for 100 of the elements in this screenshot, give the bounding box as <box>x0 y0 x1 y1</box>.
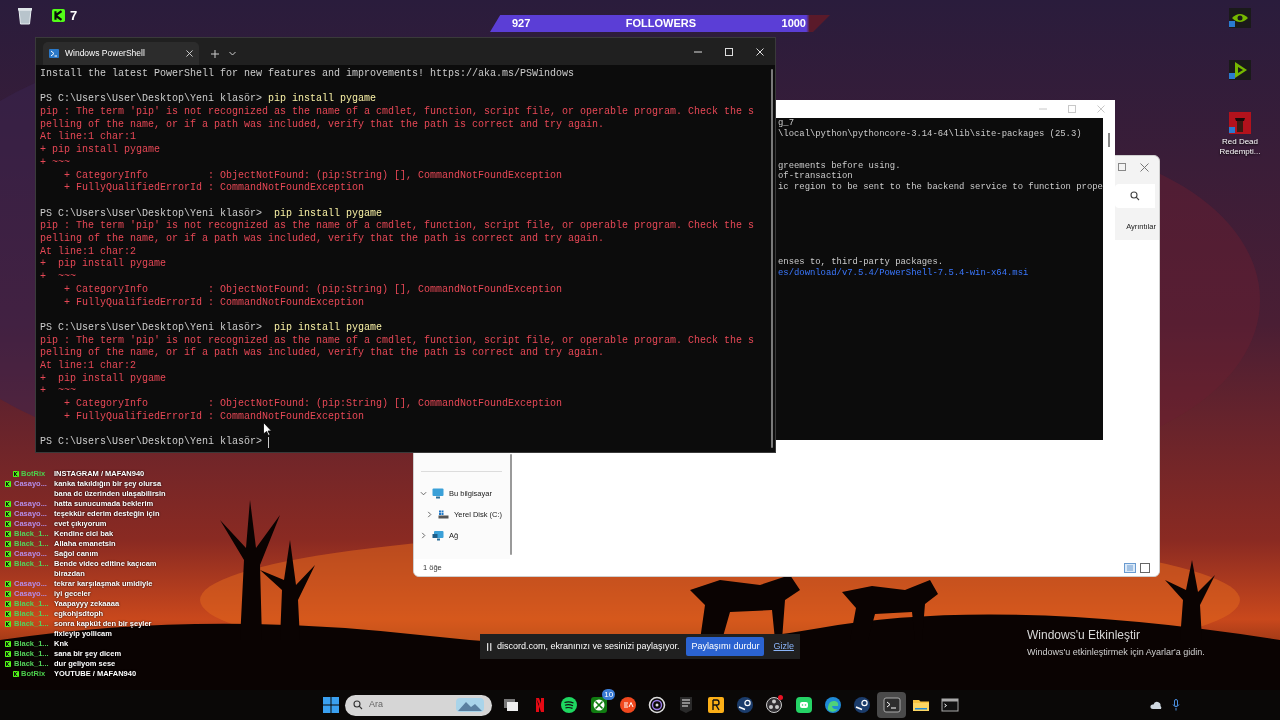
chat-badge-icon <box>5 641 11 647</box>
error-line: pip : The term 'pip' is not recognized as the name of a cmdlet, function, script file, or operable program. Check the s <box>40 106 755 119</box>
chevron-right-icon[interactable] <box>426 511 433 518</box>
command-text: pip install pygame <box>273 322 383 335</box>
taskbar-app-button[interactable]: 10 <box>583 692 614 718</box>
chat-badge-icon <box>5 511 11 517</box>
error-line: + CategoryInfo : ObjectNotFound: (pip:String) [], CommandNotFoundException <box>63 398 563 411</box>
terminal-icon <box>882 696 901 714</box>
maximize-icon <box>1067 105 1076 113</box>
x-sphere-logo-icon <box>589 696 608 714</box>
chat-badge-icon <box>13 671 19 677</box>
prompt-path: PS C:\Users\User\Desktop\Yeni klasör> <box>40 93 263 106</box>
steam-logo-icon <box>853 696 872 714</box>
chat-badge-icon <box>5 591 11 597</box>
chat-badge-icon <box>5 531 11 537</box>
close-icon <box>1096 105 1105 113</box>
minimize-icon <box>1038 105 1047 113</box>
swirl-logo-icon <box>648 696 667 714</box>
notification-count: 10 <box>602 689 616 700</box>
terminal-line: greements before using. <box>778 160 901 171</box>
microphone-icon[interactable] <box>1172 699 1180 711</box>
error-line: At line:1 char:2 <box>40 245 136 258</box>
scrollbar[interactable] <box>771 69 773 448</box>
close-icon <box>755 47 764 56</box>
prompt-path: PS C:\Users\User\Desktop\Yeni klasör> <box>40 207 263 220</box>
prompt-path: PS C:\Users\User\Desktop\Yeni klasör> <box>40 322 263 335</box>
command-text: pip install pygame <box>267 93 377 106</box>
error-line: + pip install pygame <box>40 258 167 272</box>
error-line: + CategoryInfo : ObjectNotFound: (pip:String) [], CommandNotFoundException <box>63 169 563 182</box>
sound-waves-logo-icon <box>560 696 579 714</box>
prompt-path: PS C:\Users\User\Desktop\Yeni klasör> <box>40 436 263 449</box>
error-line: pelling of the name, or if a path was included, verify that the path is correct and try again. <box>40 233 605 246</box>
terminal-line: of-transaction <box>778 171 853 182</box>
error-line: + ~~~ <box>40 385 76 399</box>
chat-badge-icon <box>5 601 11 607</box>
terminal-tab[interactable]: Windows PowerShell <box>43 42 199 65</box>
close-tab-icon[interactable] <box>186 50 193 57</box>
chevron-logo-shortcut-icon[interactable] <box>1229 60 1251 80</box>
tiles-view-icon[interactable] <box>1140 562 1150 573</box>
recorder-logo-icon <box>765 696 784 714</box>
recycle-bin-icon[interactable] <box>17 6 33 26</box>
scrollbar[interactable] <box>1108 133 1110 147</box>
powershell-icon <box>49 49 59 58</box>
chat-badge-icon <box>5 541 11 547</box>
mouse-pointer-icon <box>263 422 272 436</box>
error-line: At line:1 char:1 <box>40 131 136 144</box>
terminal-line: g_7 <box>778 118 794 129</box>
chat-badge-icon <box>5 651 11 657</box>
taskbar-app-button[interactable] <box>876 692 907 718</box>
terminal-line: ic region to be sent to the backend service to function prope <box>778 182 1103 193</box>
network-icon <box>432 530 444 541</box>
chat-badge-icon <box>5 621 11 627</box>
start-button[interactable] <box>321 695 341 715</box>
chat-badge-icon <box>5 561 11 567</box>
scrollbar[interactable] <box>510 454 512 555</box>
maximize-icon <box>724 47 733 56</box>
search-field[interactable]: Ara <box>345 694 492 716</box>
pause-icon <box>487 642 492 651</box>
dropdown-icon[interactable] <box>229 51 236 56</box>
command-text: pip install pygame <box>273 207 383 220</box>
terminal-line: enses to, third-party packages. <box>778 257 944 268</box>
error-line: At line:1 char:2 <box>40 360 136 373</box>
error-line: + FullyQualifiedErrorId : CommandNotFoundException <box>63 182 365 195</box>
windows-logo-icon <box>323 697 339 713</box>
follower-count: 927 <box>512 16 531 32</box>
activation-subtitle: Windows'u etkinleştirmek için Ayarlar'a gidin. <box>1027 646 1205 659</box>
follower-goal-label: FOLLOWERS <box>625 16 697 32</box>
drive-icon <box>438 510 449 519</box>
game-shortcut-icon[interactable] <box>1229 112 1251 134</box>
error-line: + CategoryInfo : ObjectNotFound: (pip:String) [], CommandNotFoundException <box>63 283 563 297</box>
new-tab-icon[interactable] <box>211 49 219 58</box>
download-link[interactable]: es/download/v7.5.4/PowerShell-7.5.4-win-x64.msi <box>778 267 1029 279</box>
terminal-line: Install the latest PowerShell for new features and improvements! https://aka.ms/PSWindows <box>40 68 575 81</box>
chevron-down-icon[interactable] <box>420 490 427 497</box>
mountain-highlight-icon <box>456 698 484 712</box>
error-line: pip : The term 'pip' is not recognized as the name of a cmdlet, function, script file, or operable program. Check the s <box>40 220 755 233</box>
stop-sharing-button[interactable]: Paylaşımı durdur <box>686 637 765 656</box>
error-line: + FullyQualifiedErrorId : CommandNotFoundException <box>63 410 365 424</box>
cloud-icon[interactable] <box>1150 700 1162 710</box>
close-icon <box>1139 162 1149 172</box>
chat-badge-icon <box>5 581 11 587</box>
search-field[interactable] <box>1115 184 1155 208</box>
chat-badge-icon <box>5 501 11 507</box>
chat-badge-icon <box>5 661 11 667</box>
chat-bubble-logo-icon <box>794 696 813 714</box>
hide-link[interactable]: Gizle <box>773 639 794 654</box>
star-logo-icon <box>706 696 725 714</box>
search-icon <box>1130 191 1140 201</box>
k-logo-icon <box>52 9 65 23</box>
terminal-line: \local\python\pythoncore-3.14-64\lib\site-packages (25.3) <box>778 128 1082 140</box>
error-line: pelling of the name, or if a path was included, verify that the path is correct and try again. <box>40 347 605 360</box>
chevron-right-icon[interactable] <box>420 532 427 539</box>
error-line: + ~~~ <box>40 271 76 284</box>
steam-logo-icon <box>736 696 754 714</box>
error-line: pelling of the name, or if a path was included, verify that the path is correct and try again. <box>40 118 605 131</box>
search-placeholder: Ara <box>369 698 384 712</box>
eye-logo-shortcut-icon[interactable] <box>1229 8 1251 28</box>
console-window-icon <box>941 696 960 714</box>
chat-badge-icon <box>13 471 19 477</box>
details-view-icon[interactable] <box>1124 562 1136 573</box>
